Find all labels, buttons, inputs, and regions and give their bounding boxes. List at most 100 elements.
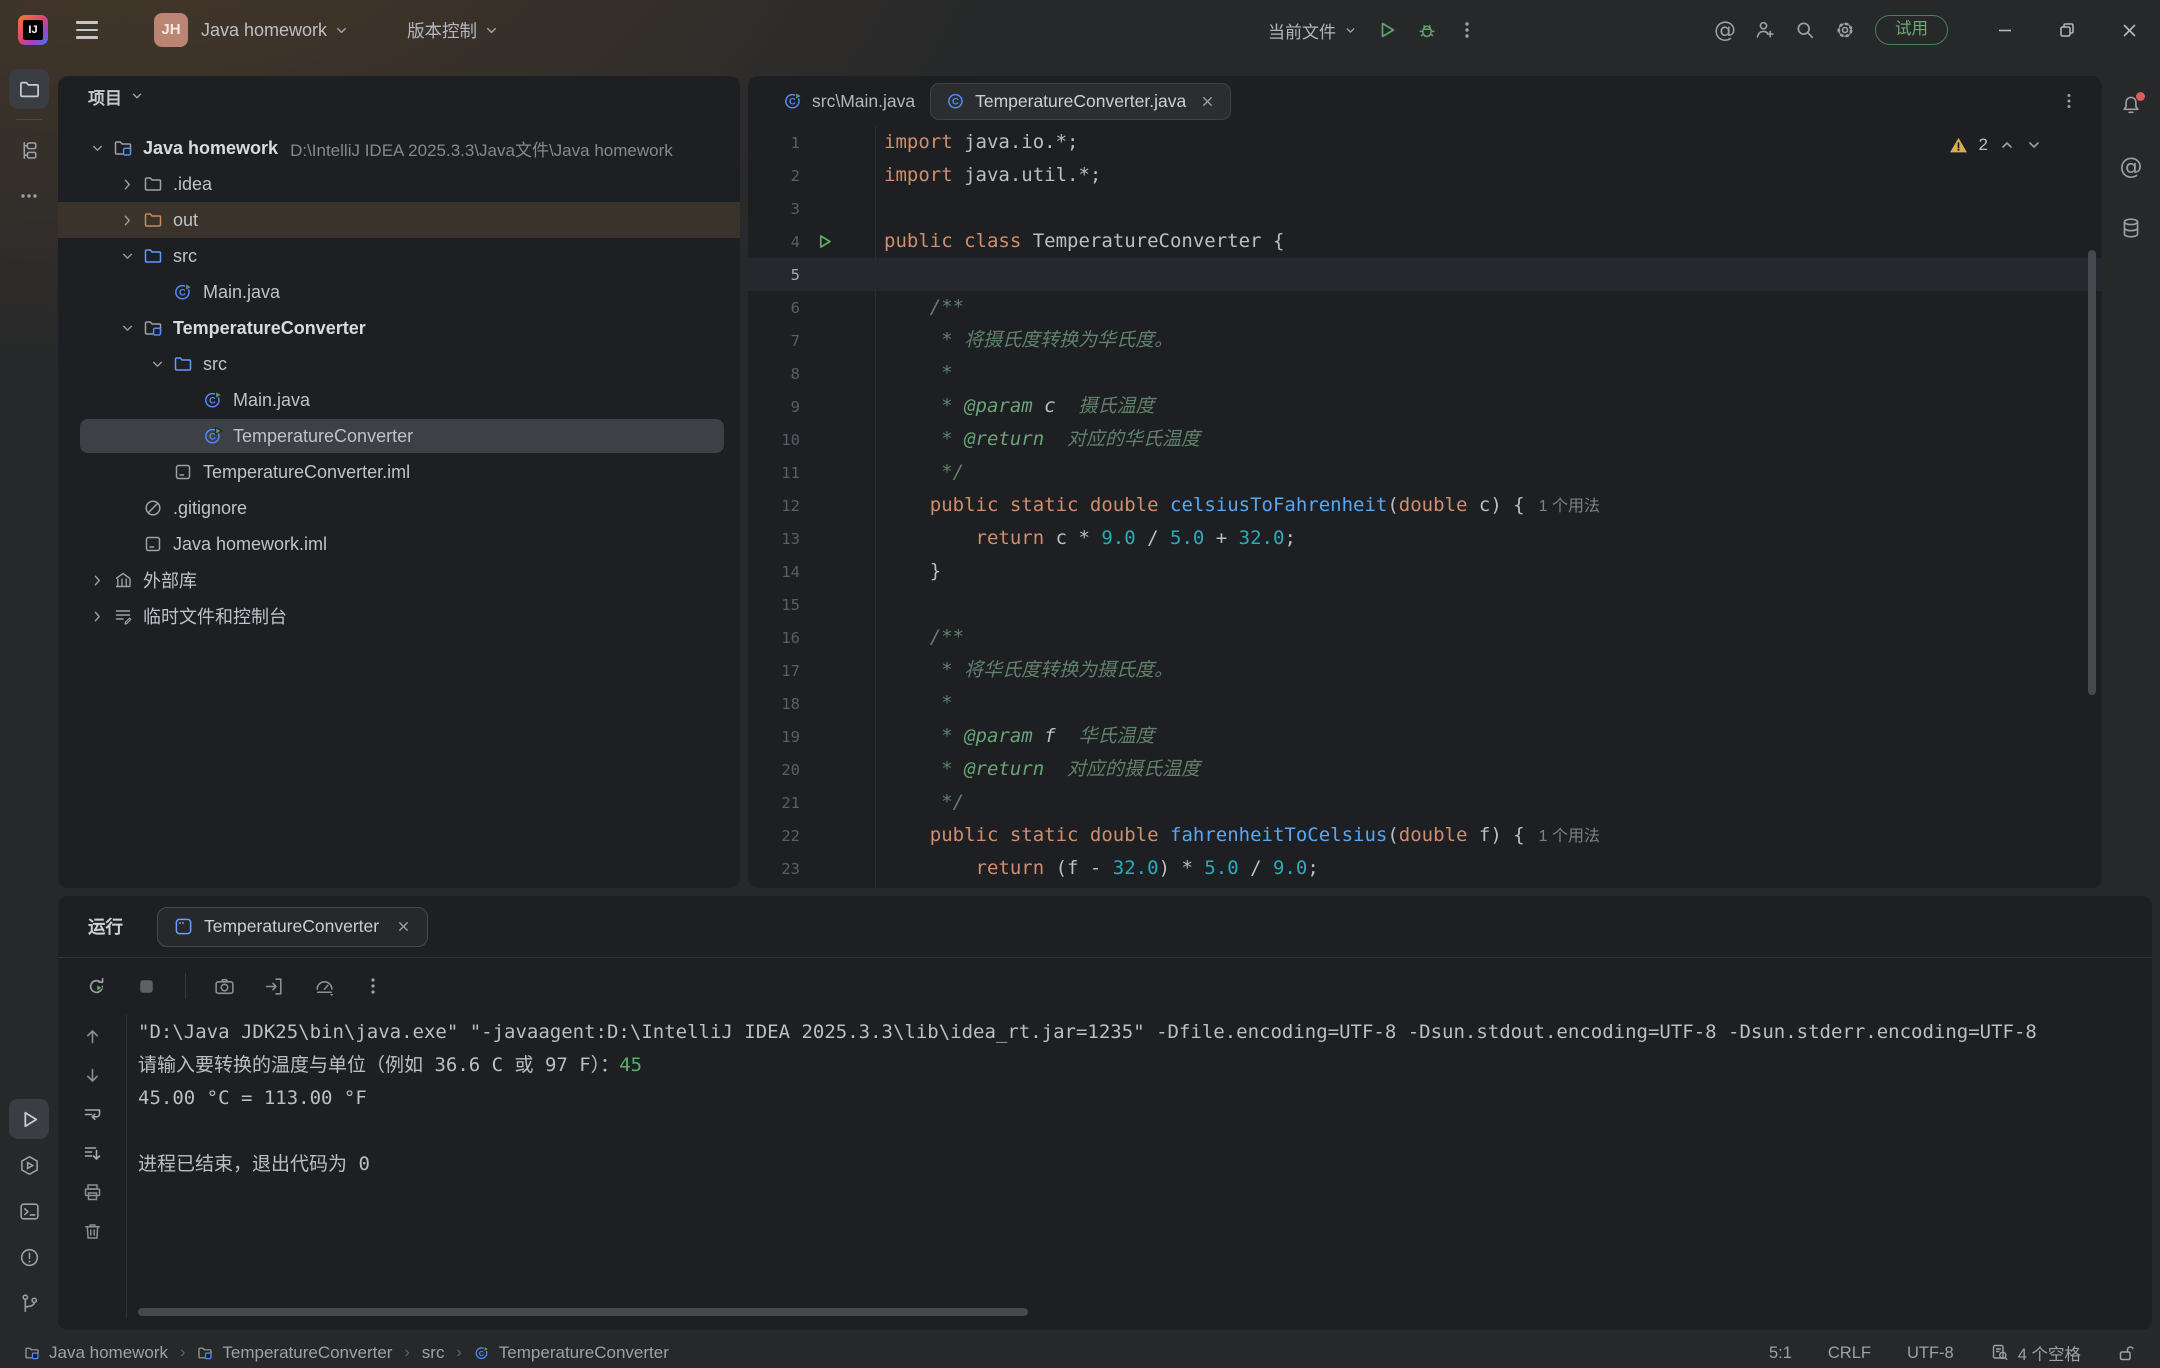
editor-more-icon[interactable]: [2060, 92, 2078, 110]
project-name[interactable]: Java homework: [201, 20, 327, 41]
commit-tool-window-button[interactable]: [9, 130, 49, 170]
restore-button[interactable]: [2036, 0, 2098, 60]
project-tool-window-button[interactable]: [9, 69, 49, 109]
chevron-down-icon[interactable]: [84, 140, 110, 157]
code-editor[interactable]: 2 1import java.io.*;2import java.util.*;…: [748, 126, 2102, 888]
settings-gear-icon[interactable]: [1825, 10, 1865, 50]
code-line-23[interactable]: 23 return (f - 32.0) * 5.0 / 9.0;: [748, 852, 2102, 885]
tree-item-Main.java[interactable]: CMain.java: [58, 274, 740, 310]
tree-item-src[interactable]: src: [58, 238, 740, 274]
tree-item-TemperatureConverter[interactable]: CTemperatureConverter: [58, 418, 740, 454]
terminal-tool-window-button[interactable]: [9, 1191, 49, 1231]
code-line-1[interactable]: 1import java.io.*;: [748, 126, 2102, 159]
editor-vertical-scrollbar[interactable]: [2088, 250, 2096, 695]
more-tool-windows-button[interactable]: [9, 176, 49, 216]
run-configuration-selector[interactable]: 当前文件: [1268, 18, 1336, 43]
code-line-20[interactable]: 20 * @return 对应的摄氏温度: [748, 753, 2102, 786]
ai-assistant-tool-icon[interactable]: @: [2111, 147, 2151, 187]
project-panel-header[interactable]: 项目: [58, 76, 740, 116]
chevron-down-icon[interactable]: [114, 248, 140, 265]
code-line-6[interactable]: 6 /**: [748, 291, 2102, 324]
minimize-button[interactable]: [1974, 0, 2036, 60]
file-encoding[interactable]: UTF-8: [1907, 1344, 1954, 1363]
code-line-3[interactable]: 3: [748, 192, 2102, 225]
clear-console-trash-icon[interactable]: [82, 1221, 103, 1242]
git-tool-window-button[interactable]: [9, 1283, 49, 1323]
code-line-8[interactable]: 8 *: [748, 357, 2102, 390]
code-line-4[interactable]: 4public class TemperatureConverter {: [748, 225, 2102, 258]
caret-position[interactable]: 5:1: [1769, 1344, 1792, 1363]
down-stacktrace-icon[interactable]: [82, 1065, 103, 1086]
attach-debugger-icon[interactable]: [263, 975, 286, 998]
line-ending[interactable]: CRLF: [1828, 1344, 1871, 1363]
breadcrumb-item-Java-homework[interactable]: Java homework: [24, 1343, 168, 1363]
code-line-10[interactable]: 10 * @return 对应的华氏温度: [748, 423, 2102, 456]
tree-item-TemperatureConverter.iml[interactable]: TemperatureConverter.iml: [58, 454, 740, 490]
more-actions-button[interactable]: [1447, 10, 1487, 50]
run-console[interactable]: "D:\Java JDK25\bin\java.exe" "-javaagent…: [138, 1016, 2144, 1181]
run-more-actions-icon[interactable]: [363, 976, 383, 996]
code-line-13[interactable]: 13 return c * 9.0 / 5.0 + 32.0;: [748, 522, 2102, 555]
close-button[interactable]: [2098, 0, 2160, 60]
problems-tool-window-button[interactable]: [9, 1237, 49, 1277]
code-line-16[interactable]: 16 /**: [748, 621, 2102, 654]
services-tool-window-button[interactable]: [9, 1145, 49, 1185]
breadcrumb-item-TemperatureConverter[interactable]: CTemperatureConverter: [474, 1343, 669, 1363]
tree-item-Main.java[interactable]: CMain.java: [58, 382, 740, 418]
code-line-17[interactable]: 17 * 将华氏度转换为摄氏度。: [748, 654, 2102, 687]
tab-temperatureconverter-java[interactable]: C TemperatureConverter.java: [930, 83, 1231, 120]
chevron-down-icon[interactable]: [114, 320, 140, 337]
run-tab-temperatureconverter[interactable]: TemperatureConverter: [157, 907, 428, 947]
chevron-right-icon[interactable]: [114, 212, 140, 229]
console-horizontal-scrollbar[interactable]: [138, 1308, 1028, 1316]
main-menu-button[interactable]: [76, 12, 112, 48]
tab-main-java[interactable]: C src\Main.java: [768, 76, 930, 126]
notifications-bell-icon[interactable]: [2111, 86, 2151, 126]
warning-count[interactable]: 2: [1979, 135, 1988, 155]
project-avatar[interactable]: JH: [154, 13, 188, 47]
close-run-tab-icon[interactable]: [396, 919, 411, 934]
code-line-18[interactable]: 18 *: [748, 687, 2102, 720]
chevron-right-icon[interactable]: [114, 176, 140, 193]
code-line-22[interactable]: 22 public static double fahrenheitToCels…: [748, 819, 2102, 852]
code-line-9[interactable]: 9 * @param c 摄氏温度: [748, 390, 2102, 423]
vcs-menu[interactable]: 版本控制: [407, 18, 477, 43]
run-tool-window-button[interactable]: [9, 1099, 49, 1139]
tree-item-src[interactable]: src: [58, 346, 740, 382]
close-tab-icon[interactable]: [1200, 94, 1215, 109]
chevron-right-icon[interactable]: [84, 572, 110, 589]
search-icon[interactable]: [1785, 10, 1825, 50]
database-tool-icon[interactable]: [2111, 208, 2151, 248]
code-line-19[interactable]: 19 * @param f 华氏温度: [748, 720, 2102, 753]
scroll-to-end-icon[interactable]: [82, 1143, 103, 1164]
run-button[interactable]: [1367, 10, 1407, 50]
tree-item-Java-homework.iml[interactable]: Java homework.iml: [58, 526, 740, 562]
stop-button[interactable]: [135, 975, 158, 998]
debug-button[interactable]: [1407, 10, 1447, 50]
ai-assistant-icon[interactable]: @: [1705, 10, 1745, 50]
breadcrumb-item-TemperatureConverter[interactable]: TemperatureConverter: [197, 1343, 392, 1363]
code-line-15[interactable]: 15: [748, 588, 2102, 621]
code-line-2[interactable]: 2import java.util.*;: [748, 159, 2102, 192]
thread-dump-camera-icon[interactable]: [213, 975, 236, 998]
up-stacktrace-icon[interactable]: [82, 1026, 103, 1047]
code-line-11[interactable]: 11 */: [748, 456, 2102, 489]
tree-item-out[interactable]: out: [58, 202, 740, 238]
code-line-7[interactable]: 7 * 将摄氏度转换为华氏度。: [748, 324, 2102, 357]
rerun-button[interactable]: [85, 975, 108, 998]
trial-badge[interactable]: 试用: [1875, 15, 1948, 45]
tree-item-.idea[interactable]: .idea: [58, 166, 740, 202]
code-line-14[interactable]: 14 }: [748, 555, 2102, 588]
tree-item-临时文件和控制台[interactable]: 临时文件和控制台: [58, 598, 740, 634]
prev-problem-icon[interactable]: [1999, 137, 2015, 153]
tree-item-外部库[interactable]: 外部库: [58, 562, 740, 598]
code-line-5[interactable]: 5: [748, 258, 2102, 291]
chevron-down-icon[interactable]: [144, 356, 170, 373]
next-problem-icon[interactable]: [2026, 137, 2042, 153]
chevron-right-icon[interactable]: [84, 608, 110, 625]
warning-icon[interactable]: [1949, 136, 1968, 155]
tree-item-TemperatureConverter[interactable]: TemperatureConverter: [58, 310, 740, 346]
profiler-gauge-icon[interactable]: [313, 975, 336, 998]
tree-item-Java-homework[interactable]: Java homeworkD:\IntelliJ IDEA 2025.3.3\J…: [58, 130, 740, 166]
code-with-me-icon[interactable]: [1745, 10, 1785, 50]
